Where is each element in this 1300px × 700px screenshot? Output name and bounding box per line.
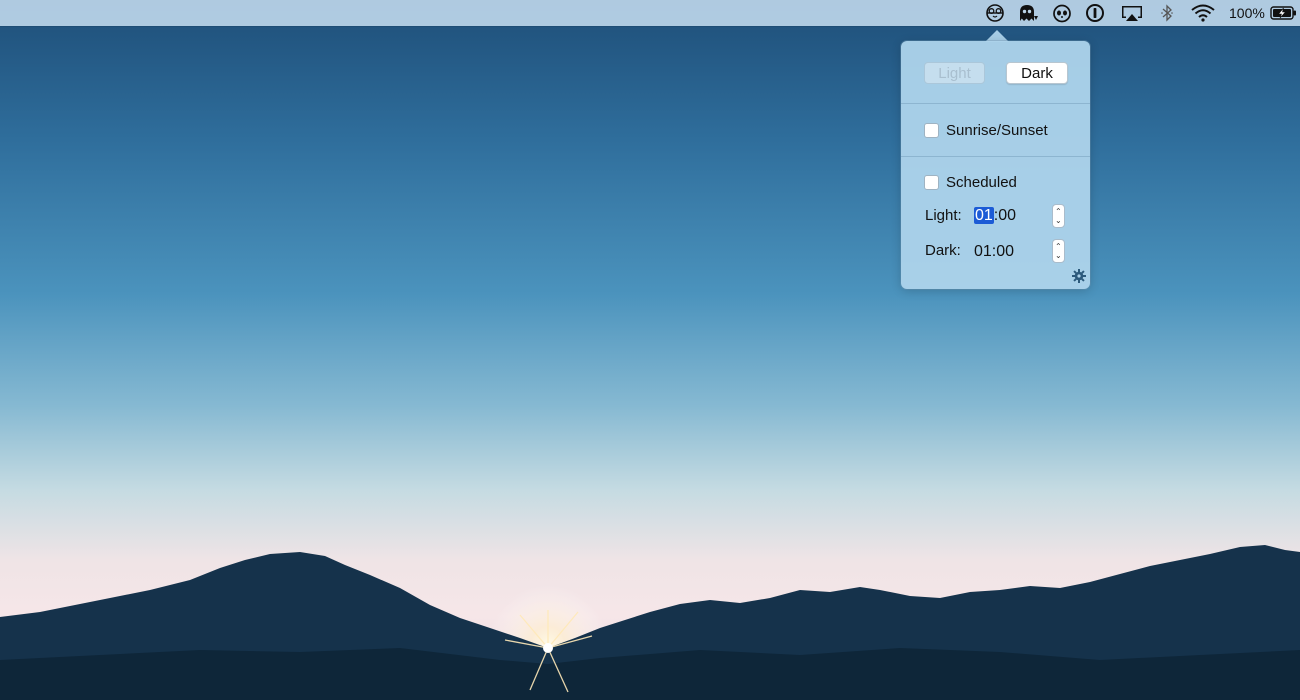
menu-bar: 100% xyxy=(0,0,1300,26)
light-time-stepper[interactable]: ⌃ ⌄ xyxy=(1052,204,1065,228)
gear-icon[interactable] xyxy=(1072,269,1086,283)
light-time-field[interactable]: 01:00 xyxy=(974,206,1016,226)
wifi-icon[interactable] xyxy=(1189,3,1217,23)
light-time-hour[interactable]: 01 xyxy=(974,207,994,224)
dark-time-stepper[interactable]: ⌃ ⌄ xyxy=(1052,239,1065,263)
divider xyxy=(901,156,1090,157)
panda-icon[interactable] xyxy=(1051,3,1073,23)
ghost-icon[interactable] xyxy=(1015,3,1041,23)
sunrise-sunset-row[interactable]: Sunrise/Sunset xyxy=(924,120,1048,140)
desktop-wallpaper xyxy=(0,0,1300,700)
bluetooth-icon[interactable] xyxy=(1158,3,1176,23)
airplay-icon[interactable] xyxy=(1119,3,1145,23)
divider xyxy=(901,103,1090,104)
light-time-label: Light: xyxy=(925,207,962,224)
mountain-silhouette xyxy=(0,545,1300,700)
scheduled-row[interactable]: Scheduled xyxy=(924,172,1017,192)
dark-time-label: Dark: xyxy=(925,242,961,259)
sun xyxy=(543,643,553,653)
appearance-popover: Light Dark Sunrise/Sunset Scheduled Ligh… xyxy=(901,41,1090,289)
onepassword-icon[interactable] xyxy=(1084,3,1106,23)
dark-time-field[interactable]: 01:00 xyxy=(974,242,1014,262)
sunrise-sunset-label: Sunrise/Sunset xyxy=(946,121,1048,139)
battery-percent[interactable]: 100% xyxy=(1229,5,1265,21)
battery-icon[interactable] xyxy=(1270,3,1298,23)
scheduled-checkbox[interactable] xyxy=(924,174,939,190)
light-mode-button[interactable]: Light xyxy=(924,62,985,84)
sunrise-sunset-checkbox[interactable] xyxy=(924,122,939,138)
light-time-minute[interactable]: 00 xyxy=(998,207,1016,224)
night-owl-icon[interactable] xyxy=(984,3,1006,23)
scheduled-label: Scheduled xyxy=(946,173,1017,191)
dark-mode-button[interactable]: Dark xyxy=(1006,62,1068,84)
